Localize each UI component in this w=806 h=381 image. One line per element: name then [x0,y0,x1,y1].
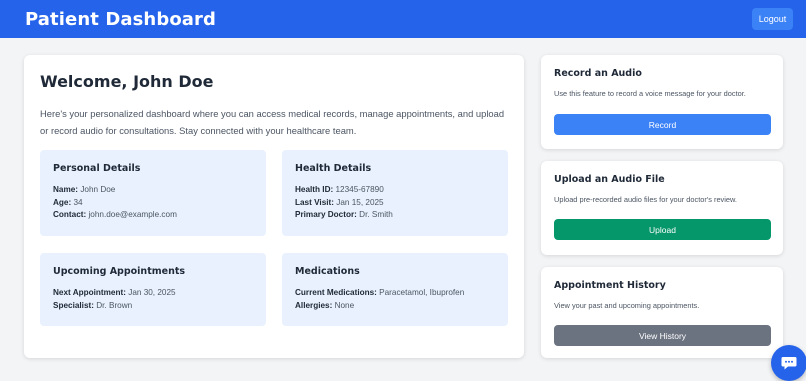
appointments-box: Upcoming Appointments Next Appointment: … [40,253,266,326]
allergies-row: Allergies: None [295,300,355,310]
appointment-history-description: View your past and upcoming appointments… [554,301,700,310]
health-details-title: Health Details [295,163,372,174]
health-details-box: Health Details Health ID: 12345-67890 La… [282,150,508,236]
upload-audio-description: Upload pre-recorded audio files for your… [554,195,737,204]
personal-details-title: Personal Details [53,163,141,174]
health-id-row: Health ID: 12345-67890 [295,185,384,194]
intro-text: Here's your personalized dashboard where… [40,108,505,136]
upload-audio-card: Upload an Audio File Upload pre-recorded… [541,161,783,255]
primary-doctor-row: Primary Doctor: Dr. Smith [295,210,393,219]
record-button[interactable]: Record [554,114,771,135]
upload-button[interactable]: Upload [554,219,771,240]
top-bar: Patient Dashboard Logout [0,0,806,38]
contact-row: Contact: john.doe@example.com [53,210,177,219]
next-appointment-row: Next Appointment: Jan 30, 2025 [53,288,176,297]
age-row: Age: 34 [53,197,83,207]
logout-button[interactable]: Logout [752,8,793,30]
medications-title: Medications [295,266,360,277]
last-visit-row: Last Visit: Jan 15, 2025 [295,197,384,207]
view-history-button[interactable]: View History [554,325,771,346]
chat-button[interactable] [771,345,806,381]
appointment-history-title: Appointment History [554,280,666,291]
chat-bubble-icon [781,357,797,370]
app-title: Patient Dashboard [25,8,216,30]
record-audio-description: Use this feature to record a voice messa… [554,89,746,98]
appointment-history-card: Appointment History View your past and u… [541,267,783,358]
medications-box: Medications Current Medications: Paracet… [282,253,508,326]
record-audio-card: Record an Audio Use this feature to reco… [541,55,783,149]
welcome-heading: Welcome, John Doe [40,72,214,91]
welcome-card: Welcome, John Doe Here's your personaliz… [24,55,524,358]
personal-details-box: Personal Details Name: John Doe Age: 34 … [40,150,266,236]
appointments-title: Upcoming Appointments [53,266,186,277]
upload-audio-title: Upload an Audio File [554,174,665,185]
specialist-row: Specialist: Dr. Brown [53,300,133,310]
name-row: Name: John Doe [53,185,116,194]
current-medications-row: Current Medications: Paracetamol, Ibupro… [295,288,465,297]
record-audio-title: Record an Audio [554,68,642,79]
